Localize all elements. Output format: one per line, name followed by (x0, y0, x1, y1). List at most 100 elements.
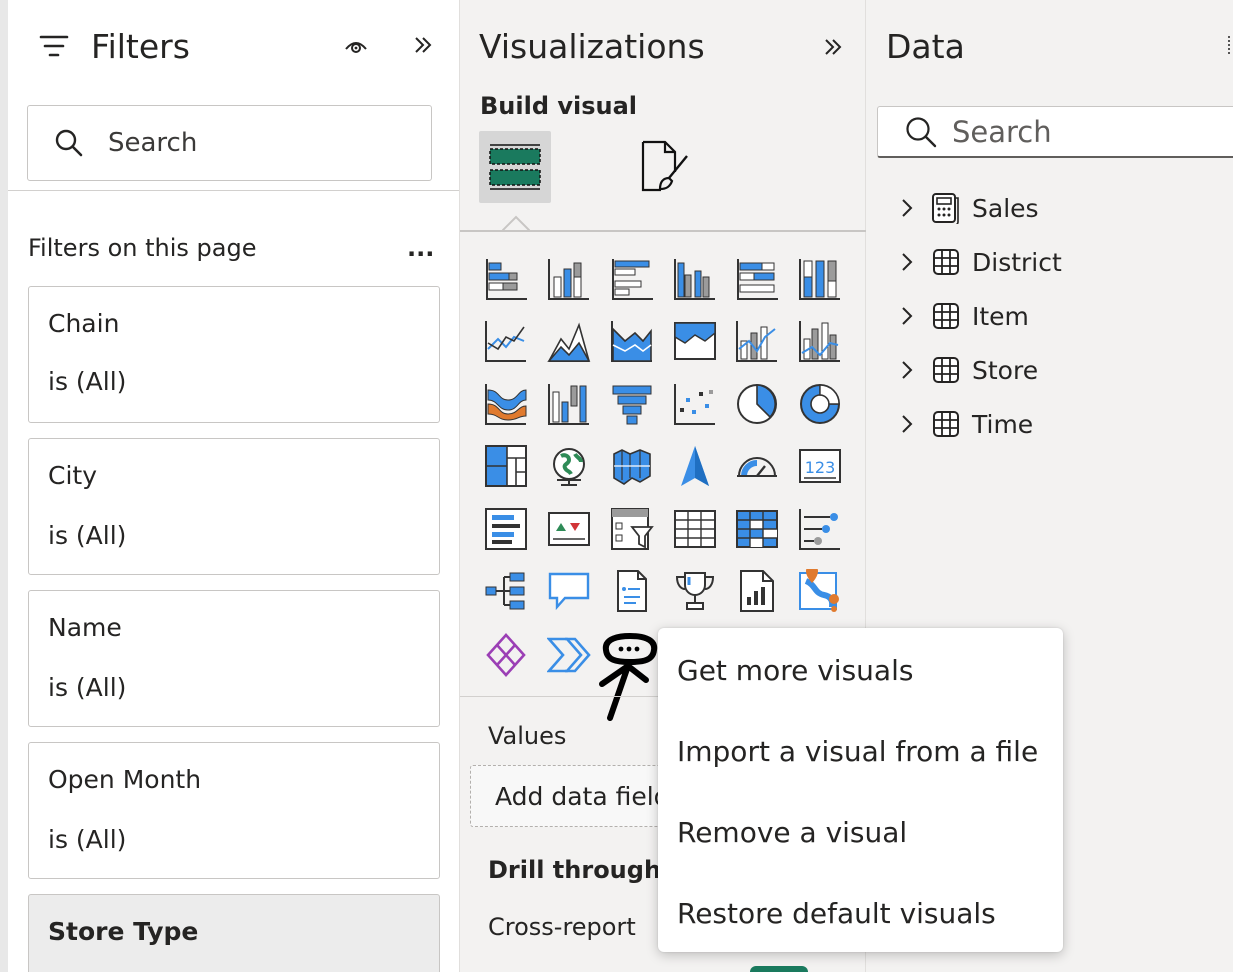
chevron-right-icon[interactable] (900, 252, 924, 272)
values-label: Values (488, 722, 567, 750)
filters-search-placeholder: Search (108, 128, 198, 158)
100-stacked-area-chart-icon[interactable] (673, 319, 717, 363)
more-visuals-ellipsis-icon[interactable] (598, 630, 662, 724)
chevron-right-icon[interactable] (900, 306, 924, 326)
multi-row-card-icon[interactable] (484, 507, 528, 551)
paginated-report-icon[interactable] (735, 569, 779, 613)
decomposition-tree-icon[interactable] (484, 569, 528, 613)
donut-chart-icon[interactable] (798, 382, 842, 426)
stacked-bar-chart-icon[interactable] (484, 257, 528, 301)
line-and-clustered-column-chart-icon[interactable] (798, 319, 842, 363)
data-search-placeholder: Search (952, 114, 1052, 149)
menu-item-remove-visual[interactable]: Remove a visual (677, 816, 907, 849)
menu-item-get-more-visuals[interactable]: Get more visuals (677, 654, 913, 687)
divider (460, 230, 866, 232)
100-stacked-bar-chart-icon[interactable] (735, 257, 779, 301)
table-time[interactable]: Time (900, 404, 1033, 444)
map-globe-icon[interactable] (547, 444, 591, 488)
svg-text:123: 123 (805, 458, 836, 477)
data-search-input[interactable]: Search (877, 106, 1233, 158)
chevron-right-icon[interactable] (900, 414, 924, 434)
collapse-filters-icon[interactable] (408, 30, 438, 60)
power-apps-icon[interactable] (484, 633, 528, 677)
slicer-icon[interactable] (610, 507, 654, 551)
stacked-area-chart-icon[interactable] (610, 319, 654, 363)
table-visual-icon[interactable] (673, 507, 717, 551)
table-store[interactable]: Store (900, 350, 1038, 390)
filter-card-open-month[interactable]: Open Month is (All) (28, 742, 440, 879)
filter-icon (38, 30, 70, 62)
power-automate-icon[interactable] (547, 633, 591, 677)
filter-card-name: City (48, 461, 97, 490)
funnel-chart-icon[interactable] (610, 382, 654, 426)
stacked-column-chart-icon[interactable] (547, 257, 591, 301)
table-name: Sales (972, 193, 1039, 223)
filter-card-name: Name (48, 613, 122, 642)
filters-search-input[interactable]: Search (27, 105, 432, 181)
table-icon (930, 354, 962, 386)
filter-card-city[interactable]: City is (All) (28, 438, 440, 575)
filter-card-chain[interactable]: Chain is (All) (28, 286, 440, 423)
visualizations-title: Visualizations (479, 27, 705, 66)
eye-icon[interactable] (340, 32, 372, 60)
ribbon-chart-icon[interactable] (484, 382, 528, 426)
filled-map-icon[interactable] (610, 444, 654, 488)
collapse-visualizations-icon[interactable] (818, 32, 848, 62)
table-icon (930, 246, 962, 278)
filters-on-page-label: Filters on this page (28, 234, 257, 262)
waterfall-chart-icon[interactable] (547, 382, 591, 426)
more-options-button[interactable]: ... (407, 234, 434, 262)
kpi-icon[interactable] (547, 507, 591, 551)
calculator-table-icon (930, 192, 962, 224)
gauge-icon[interactable] (735, 444, 779, 488)
table-sales[interactable]: Sales (900, 188, 1039, 228)
filters-pane: Filters Search Filters on this page ... … (0, 0, 460, 972)
matrix-icon[interactable] (735, 507, 779, 551)
table-district[interactable]: District (900, 242, 1062, 282)
chevron-right-icon[interactable] (900, 198, 924, 218)
filter-card-name[interactable]: Name is (All) (28, 590, 440, 727)
clustered-column-chart-icon[interactable] (673, 257, 717, 301)
filter-card-value: is (All) (48, 521, 127, 550)
data-title: Data (886, 27, 965, 66)
scatter-chart-icon[interactable] (673, 382, 717, 426)
table-item[interactable]: Item (900, 296, 1029, 336)
chevron-right-icon[interactable] (900, 360, 924, 380)
qa-speech-bubble-icon[interactable] (547, 569, 591, 613)
build-visual-tab[interactable] (479, 131, 551, 203)
filters-title: Filters (91, 27, 190, 66)
format-visual-tab[interactable] (626, 131, 698, 203)
menu-item-restore-default-visuals[interactable]: Restore default visuals (677, 897, 996, 930)
drill-through-label: Drill through (488, 856, 662, 884)
clustered-bar-chart-icon[interactable] (610, 257, 654, 301)
cross-report-toggle[interactable] (750, 966, 808, 972)
line-and-stacked-column-chart-icon[interactable] (735, 319, 779, 363)
table-name: Store (972, 355, 1039, 385)
key-influencers-icon[interactable] (798, 507, 842, 551)
table-icon (930, 408, 962, 440)
filter-card-name: Chain (48, 309, 120, 338)
line-chart-icon[interactable] (484, 319, 528, 363)
filter-card-name: Open Month (48, 765, 202, 794)
filter-card-store-type[interactable]: Store Type (28, 894, 440, 972)
table-name: District (972, 247, 1062, 277)
divider (8, 190, 459, 191)
table-name: Time (972, 409, 1034, 439)
filter-card-name: Store Type (48, 917, 199, 946)
goals-trophy-icon[interactable] (673, 569, 717, 613)
arcgis-map-icon[interactable] (798, 569, 842, 613)
card-number-icon[interactable]: 123 (798, 444, 842, 488)
filter-card-value: is (All) (48, 367, 127, 396)
menu-item-import-visual[interactable]: Import a visual from a file (677, 735, 1038, 768)
active-tab-caret (501, 215, 531, 236)
pie-chart-icon[interactable] (735, 382, 779, 426)
area-chart-icon[interactable] (547, 319, 591, 363)
100-stacked-column-chart-icon[interactable] (798, 257, 842, 301)
table-icon (930, 300, 962, 332)
smart-narrative-icon[interactable] (610, 569, 654, 613)
add-data-field-placeholder: Add data field (495, 782, 670, 811)
treemap-icon[interactable] (484, 444, 528, 488)
azure-map-icon[interactable] (673, 444, 717, 488)
build-visual-icon (489, 144, 541, 190)
search-icon (54, 128, 84, 158)
